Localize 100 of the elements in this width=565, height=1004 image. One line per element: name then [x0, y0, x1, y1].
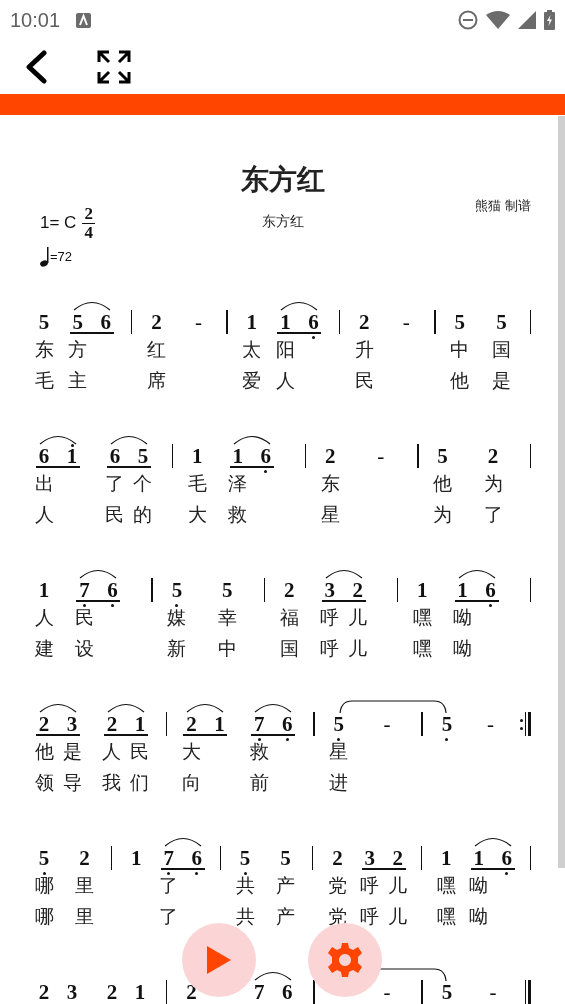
lyric: 方 — [68, 338, 88, 362]
note-digit: 2 — [359, 310, 370, 334]
note-digit: 6 — [485, 578, 496, 602]
lyric: 呦 — [453, 606, 473, 630]
barline — [226, 310, 228, 334]
lyric: 呦 — [469, 874, 489, 898]
lyric: 毛 — [34, 369, 54, 393]
lyric: 哪 — [34, 874, 54, 898]
note-digit: 1 — [232, 444, 244, 468]
note-digit: 7 — [79, 578, 90, 602]
lyric: 个 — [133, 472, 153, 496]
barline — [529, 578, 531, 602]
lyric: 救 — [249, 740, 269, 764]
lyric: 大 — [187, 503, 207, 527]
lyric: 阳 — [275, 338, 295, 362]
scrollbar-thumb[interactable] — [558, 116, 565, 868]
barline — [165, 980, 168, 1004]
lyric: 中 — [217, 637, 237, 661]
barline — [417, 444, 419, 468]
lyric: 嘿 — [412, 637, 432, 661]
lyric: 人 — [34, 503, 54, 527]
note-digit: 6 — [109, 444, 121, 468]
signal-icon — [518, 11, 536, 29]
do-not-disturb-icon — [458, 10, 478, 30]
beam-line — [76, 600, 121, 602]
lyric: 呼 — [320, 606, 340, 630]
barline — [420, 846, 423, 870]
barline — [171, 444, 174, 468]
lyric: 产 — [276, 905, 296, 929]
key-signature: 1= C — [40, 212, 77, 235]
hold-dash: - — [402, 310, 410, 334]
note-digit: 2 — [106, 712, 118, 736]
note-digit: 1 — [457, 578, 468, 602]
note-digit: 6 — [282, 712, 293, 736]
note-digit: 5 — [441, 980, 453, 1004]
note-digit: 1 — [192, 444, 203, 468]
barline — [165, 712, 168, 736]
note-digit: 3 — [66, 980, 78, 1004]
note-digit: 1 — [214, 712, 225, 736]
beam-line — [470, 868, 515, 870]
lyric: 福 — [279, 606, 299, 630]
note-digit: 5 — [441, 712, 453, 736]
note-digit: 1 — [440, 846, 452, 870]
lyric: 是 — [492, 369, 512, 393]
note-digit: 1 — [131, 846, 142, 870]
note-digit: 1 — [416, 578, 428, 602]
hold-dash: - — [489, 980, 497, 1004]
lyric: 里 — [74, 905, 94, 929]
barline — [434, 310, 436, 334]
barline — [529, 444, 531, 468]
note-digit: 5 — [496, 310, 507, 334]
lyric: 进 — [329, 771, 349, 795]
barline — [151, 578, 153, 602]
lyric: 儿 — [348, 637, 368, 661]
lyric: 他 — [433, 472, 453, 496]
note-digit: 7 — [254, 712, 265, 736]
barline — [110, 846, 113, 870]
beam-line — [321, 600, 366, 602]
hold-dash: - — [383, 712, 391, 736]
note-digit: 5 — [280, 846, 291, 870]
barline — [338, 310, 341, 334]
lyric: 中 — [450, 338, 470, 362]
beam-line — [36, 734, 80, 736]
lyric: 们 — [130, 771, 150, 795]
barline — [311, 846, 314, 870]
note-digit: 1 — [246, 310, 258, 334]
lyric: 救 — [228, 503, 248, 527]
lyric: 了 — [159, 874, 179, 898]
note-digit: 2 — [79, 846, 90, 870]
note-digit: 3 — [324, 578, 335, 602]
lyric: 党 — [327, 874, 347, 898]
note-digit: 5 — [38, 310, 50, 334]
lyric: 我 — [102, 771, 122, 795]
lyric: 东 — [320, 472, 340, 496]
note-digit: 2 — [151, 310, 162, 334]
note-digit: 5 — [137, 444, 149, 468]
lyric: 哪 — [34, 905, 54, 929]
note-digit: 6 — [260, 444, 272, 468]
lyric: 民 — [354, 369, 374, 393]
lyric: 国 — [279, 637, 299, 661]
lyric: 儿 — [388, 874, 408, 898]
note-digit: 2 — [186, 980, 197, 1004]
barline — [263, 578, 266, 602]
note-digit: 6 — [38, 444, 50, 468]
settings-icon — [327, 942, 363, 978]
note-digit: 5 — [239, 846, 251, 870]
lyric: 红 — [146, 338, 166, 362]
lyric: 向 — [181, 771, 201, 795]
note-digit: 3 — [66, 712, 78, 736]
lyric: 人 — [102, 740, 122, 764]
play-icon — [207, 946, 231, 974]
note-digit: 5 — [437, 444, 448, 468]
barline — [130, 310, 133, 334]
lyric: 幸 — [217, 606, 237, 630]
lyric: 了 — [483, 503, 503, 527]
beam-line — [103, 734, 148, 736]
beam-line — [251, 734, 296, 736]
note-digit: 2 — [106, 980, 118, 1004]
note-digit: 1 — [38, 578, 50, 602]
note-digit: 2 — [352, 578, 363, 602]
